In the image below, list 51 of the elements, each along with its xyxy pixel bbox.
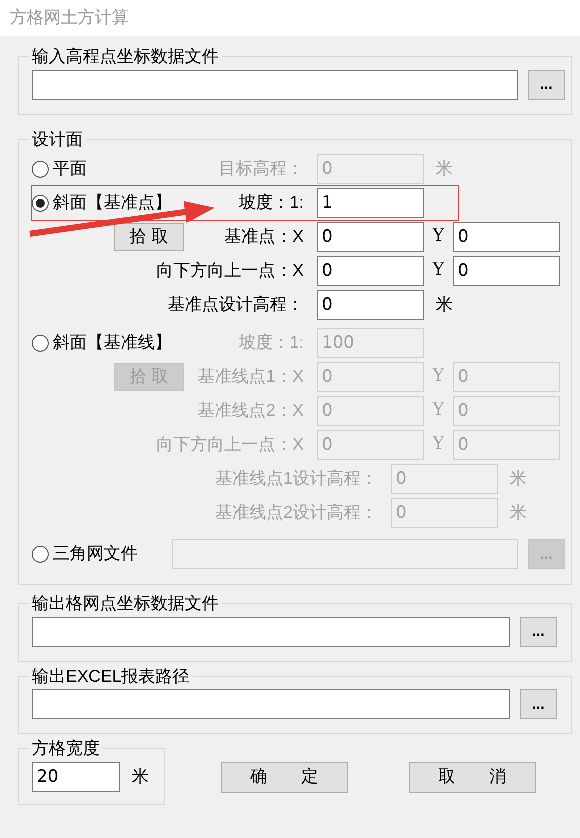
pick-button[interactable]: 拾 取 (114, 223, 184, 251)
field-label: Y (433, 399, 446, 422)
group-label: 输入高程点坐标数据文件 (31, 46, 220, 68)
browse-button[interactable]: ... (520, 689, 557, 719)
text-field[interactable]: 0 (317, 222, 424, 252)
radio-label: 平面 (53, 158, 87, 180)
field-label: 基准线点2：X (198, 400, 304, 422)
text-field[interactable]: 0 (453, 256, 560, 286)
unit-label: 米 (510, 502, 527, 524)
text-field[interactable]: 0 (317, 256, 424, 286)
field-label: Y (433, 225, 446, 248)
unit-label: 米 (132, 766, 149, 788)
group-label: 设计面 (31, 128, 84, 150)
field-label: 基准线点2设计高程： (216, 502, 378, 524)
text-field[interactable]: 20 (32, 762, 120, 792)
text-field[interactable]: 1 (317, 188, 424, 218)
radio-button[interactable] (32, 160, 49, 178)
field-label: Y (433, 433, 446, 456)
text-field[interactable]: 0 (317, 290, 424, 320)
browse-button[interactable]: ... (528, 70, 565, 100)
field-label: 基准点设计高程： (168, 294, 304, 316)
field-label: Y (433, 259, 446, 282)
radio-button[interactable] (32, 546, 49, 562)
field-label: 坡度：1: (238, 192, 304, 214)
radio-button[interactable] (32, 194, 49, 212)
field-label: 向下方向上一点：X (156, 260, 304, 282)
unit-label: 米 (436, 294, 453, 316)
field-label: 坡度：1: (238, 332, 304, 354)
field-label: 目标高程： (219, 158, 304, 180)
group-label: 输出EXCEL报表路径 (31, 666, 191, 688)
dialog-button[interactable]: 确 定 (221, 762, 348, 792)
radio-label: 三角网文件 (53, 543, 138, 566)
text-field[interactable] (32, 70, 518, 100)
field-label: 向下方向上一点：X (156, 434, 304, 456)
group-label: 输出格网点坐标数据文件 (31, 593, 220, 615)
radio-button[interactable] (32, 334, 49, 352)
field-label: 基准线点1设计高程： (216, 468, 378, 490)
field-label: 基准点：X (224, 226, 304, 248)
radio-label: 斜面【基准线】 (53, 332, 172, 354)
text-field[interactable] (32, 689, 510, 719)
text-field[interactable]: 0 (453, 222, 560, 252)
field-label: 基准线点1：X (198, 366, 304, 388)
text-field[interactable] (32, 616, 510, 646)
dialog-button[interactable]: 取 消 (409, 762, 536, 792)
window-title: 方格网土方计算 (10, 7, 129, 30)
unit-label: 米 (436, 158, 453, 180)
field-label: Y (433, 365, 446, 388)
browse-button[interactable]: ... (520, 616, 557, 646)
group-label: 方格宽度 (31, 738, 101, 760)
radio-label: 斜面【基准点】 (53, 192, 172, 214)
unit-label: 米 (510, 468, 527, 490)
